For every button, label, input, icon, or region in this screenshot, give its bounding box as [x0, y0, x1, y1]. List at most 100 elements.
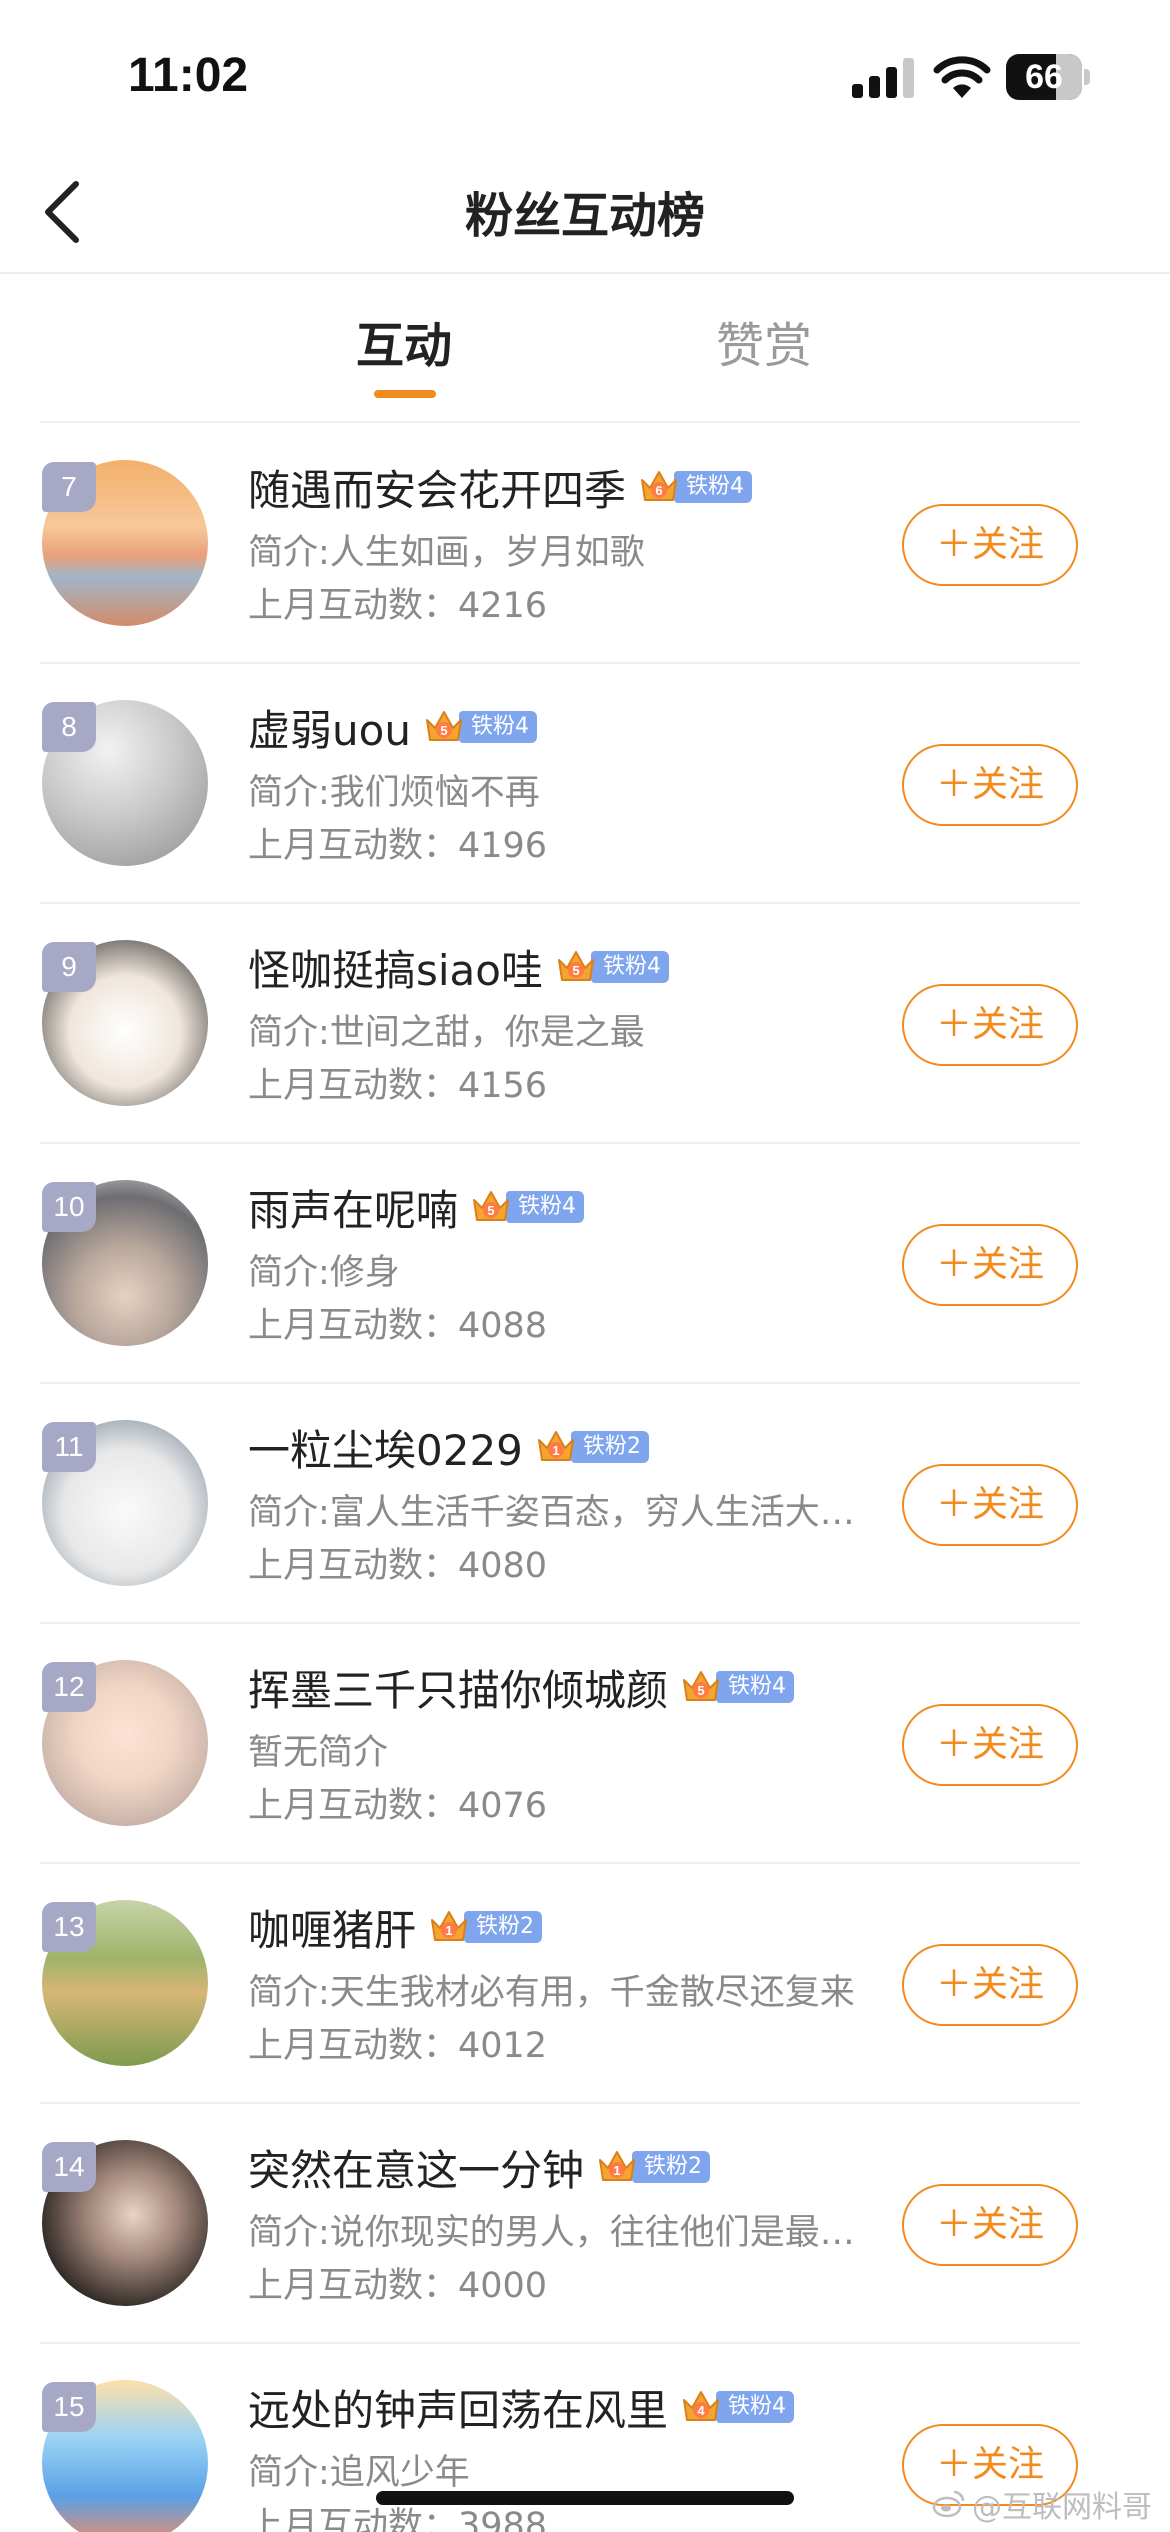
list-item[interactable]: 7 随遇而安会花开四季 6 铁粉4 简介:人生如画，岁月如歌 上月互动数：421… — [40, 424, 1080, 664]
rank-badge: 11 — [42, 1422, 96, 1472]
name-line: 随遇而安会花开四季 6 铁粉4 — [248, 457, 753, 518]
user-bio: 暂无简介 — [248, 1733, 389, 1773]
follow-button[interactable]: ＋关注 — [902, 2184, 1078, 2266]
name-line: 雨声在呢喃 5 铁粉4 — [248, 1177, 585, 1238]
name-line: 咖喱猪肝 1 铁粉2 — [248, 1897, 543, 1958]
interaction-count: 上月互动数：4076 — [248, 1786, 548, 1826]
user-bio: 简介:追风少年 — [248, 2453, 470, 2493]
nav-bar: 粉丝互动榜 — [0, 150, 1170, 274]
list-item[interactable]: 10 雨声在呢喃 5 铁粉4 简介:修身 上月互动数：4088 ＋关注 — [40, 1144, 1080, 1384]
user-bio: 简介:世间之甜，你是之最 — [248, 1013, 645, 1053]
fan-level-label: 铁粉4 — [458, 711, 537, 743]
user-bio: 简介:说你现实的男人，往往他们是最现实的 — [248, 2213, 868, 2253]
fan-level-label: 铁粉4 — [591, 951, 669, 983]
fan-level-label: 铁粉2 — [632, 2151, 711, 2183]
svg-text:1: 1 — [552, 1443, 559, 1458]
user-name[interactable]: 挥墨三千只描你倾城颜 — [248, 1657, 668, 1718]
rank-badge: 14 — [42, 2142, 96, 2192]
svg-text:1: 1 — [613, 2163, 620, 2178]
tab-bar: 互动 赞赏 — [0, 276, 1170, 423]
follow-button[interactable]: ＋关注 — [902, 984, 1078, 1066]
fan-level-badge: 1 铁粉2 — [596, 2149, 711, 2185]
rank-badge: 15 — [42, 2382, 96, 2432]
interaction-count: 上月互动数：4156 — [248, 1066, 548, 1106]
svg-text:6: 6 — [655, 483, 662, 498]
name-line: 远处的钟声回荡在风里 4 铁粉4 — [248, 2377, 795, 2438]
user-bio: 简介:天生我材必有用，千金散尽还复来 — [248, 1973, 855, 2013]
list-item[interactable]: 11 一粒尘埃0229 1 铁粉2 简介:富人生活千姿百态，穷人生活大致相同 上… — [40, 1384, 1080, 1624]
user-bio: 简介:修身 — [248, 1253, 400, 1293]
fan-level-label: 铁粉4 — [716, 1671, 795, 1703]
interaction-count: 上月互动数：4012 — [248, 2026, 548, 2066]
list-item[interactable]: 12 挥墨三千只描你倾城颜 5 铁粉4 暂无简介 上月互动数：4076 ＋关注 — [40, 1624, 1080, 1864]
user-name[interactable]: 咖喱猪肝 — [248, 1897, 416, 1958]
crown-icon: 5 — [425, 711, 462, 741]
crown-icon: 5 — [473, 1191, 510, 1221]
list-item[interactable]: 13 咖喱猪肝 1 铁粉2 简介:天生我材必有用，千金散尽还复来 上月互动数：4… — [40, 1864, 1080, 2104]
crown-icon: 5 — [683, 1671, 720, 1701]
home-indicator — [376, 2491, 794, 2505]
interaction-count: 上月互动数：4000 — [248, 2266, 548, 2306]
wifi-icon — [933, 56, 991, 98]
user-name[interactable]: 远处的钟声回荡在风里 — [248, 2377, 668, 2438]
follow-button[interactable]: ＋关注 — [902, 744, 1078, 826]
tab-reward[interactable]: 赞赏 — [664, 306, 864, 376]
follow-button[interactable]: ＋关注 — [902, 1224, 1078, 1306]
crown-icon: 5 — [558, 951, 594, 981]
name-line: 怪咖挺搞siao哇 5 铁粉4 — [248, 938, 669, 996]
battery-icon: 66 — [1006, 54, 1090, 100]
status-bar: 11:02 66 — [0, 0, 1170, 150]
user-name[interactable]: 突然在意这一分钟 — [248, 2137, 584, 2198]
divider — [40, 421, 1080, 423]
user-name[interactable]: 随遇而安会花开四季 — [248, 457, 626, 518]
user-name[interactable]: 一粒尘埃0229 — [248, 1417, 523, 1478]
user-bio: 简介:我们烦恼不再 — [248, 773, 540, 813]
follow-button[interactable]: ＋关注 — [902, 1944, 1078, 2026]
fan-level-label: 铁粉4 — [716, 2391, 795, 2423]
fan-level-badge: 5 铁粉4 — [423, 709, 537, 745]
crown-icon: 4 — [683, 2391, 720, 2421]
name-line: 虚弱uou 5 铁粉4 — [248, 698, 537, 756]
fan-level-badge: 6 铁粉4 — [638, 469, 753, 505]
follow-button[interactable]: ＋关注 — [902, 504, 1078, 586]
fan-level-badge: 5 铁粉4 — [470, 1189, 585, 1225]
fan-ranking-list: 7 随遇而安会花开四季 6 铁粉4 简介:人生如画，岁月如歌 上月互动数：421… — [0, 424, 1170, 2532]
fan-level-label: 铁粉2 — [464, 1911, 543, 1943]
list-item[interactable]: 14 突然在意这一分钟 1 铁粉2 简介:说你现实的男人，往往他们是最现实的 上… — [40, 2104, 1080, 2344]
name-line: 突然在意这一分钟 1 铁粉2 — [248, 2137, 711, 2198]
cellular-signal-icon — [852, 58, 914, 98]
fan-level-badge: 1 铁粉2 — [535, 1429, 649, 1465]
active-tab-indicator — [374, 390, 436, 398]
user-bio: 简介:富人生活千姿百态，穷人生活大致相同 — [248, 1493, 868, 1533]
rank-badge: 8 — [42, 702, 96, 752]
svg-text:4: 4 — [697, 2403, 705, 2418]
user-name[interactable]: 雨声在呢喃 — [248, 1177, 458, 1238]
page-title: 粉丝互动榜 — [464, 188, 705, 244]
svg-text:5: 5 — [440, 723, 447, 738]
name-line: 挥墨三千只描你倾城颜 5 铁粉4 — [248, 1657, 795, 1718]
svg-text:5: 5 — [487, 1203, 494, 1218]
user-name[interactable]: 怪咖挺搞siao哇 — [248, 937, 543, 998]
fan-level-label: 铁粉2 — [570, 1431, 649, 1463]
tab-interaction[interactable]: 互动 — [304, 306, 504, 376]
fan-level-label: 铁粉4 — [674, 471, 753, 503]
fan-level-label: 铁粉4 — [506, 1191, 585, 1223]
fan-level-badge: 4 铁粉4 — [680, 2389, 795, 2425]
rank-badge: 13 — [42, 1902, 96, 1952]
list-item[interactable]: 9 怪咖挺搞siao哇 5 铁粉4 简介:世间之甜，你是之最 上月互动数：415… — [40, 904, 1080, 1144]
interaction-count: 上月互动数：4080 — [248, 1546, 548, 1586]
watermark-text: @互联网料哥 — [972, 2490, 1152, 2525]
name-line: 一粒尘埃0229 1 铁粉2 — [248, 1418, 649, 1476]
follow-button[interactable]: ＋关注 — [902, 1464, 1078, 1546]
list-item[interactable]: 8 虚弱uou 5 铁粉4 简介:我们烦恼不再 上月互动数：4196 ＋关注 — [40, 664, 1080, 904]
interaction-count: 上月互动数：4088 — [248, 1306, 548, 1346]
status-time: 11:02 — [128, 49, 249, 102]
crown-icon: 1 — [537, 1431, 574, 1461]
weibo-logo-icon — [932, 2490, 965, 2518]
follow-button[interactable]: ＋关注 — [902, 1704, 1078, 1786]
crown-icon: 6 — [641, 471, 678, 501]
svg-text:1: 1 — [445, 1923, 452, 1938]
user-name[interactable]: 虚弱uou — [248, 697, 411, 758]
user-bio: 简介:人生如画，岁月如歌 — [248, 533, 645, 573]
interaction-count: 上月互动数：4196 — [248, 826, 548, 866]
